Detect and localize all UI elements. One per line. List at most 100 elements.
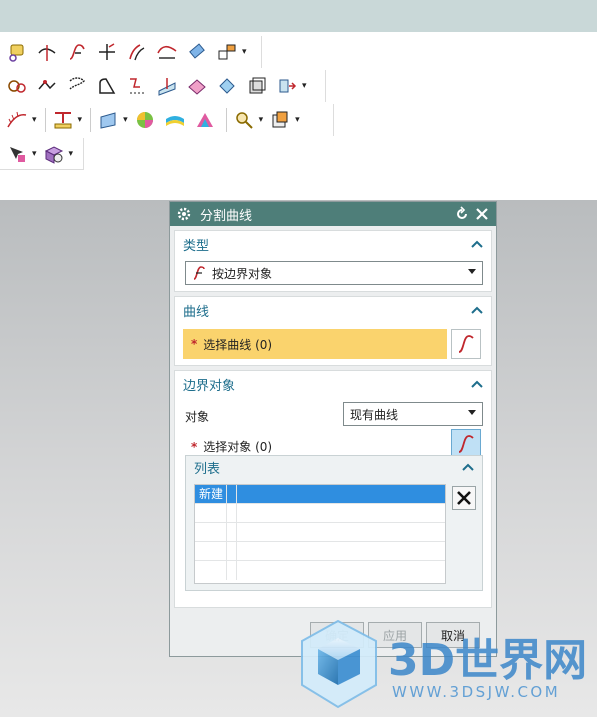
edit-curve-icon[interactable] xyxy=(4,39,30,65)
select-object-label: 选择对象 (0) xyxy=(203,440,273,454)
type-group-header[interactable]: 类型 xyxy=(175,231,491,257)
watermark-logo: 3D世界网 WWW.3DSJW.COM xyxy=(301,619,587,709)
select-curve-label: 选择曲线 (0) xyxy=(203,337,273,352)
extend-curve-icon[interactable] xyxy=(94,39,120,65)
chevron-down-icon[interactable]: ▾ xyxy=(242,47,247,57)
toolbar-row-3: ▾ ▾ ▾ ▾ ▾ xyxy=(0,104,334,136)
boundary-list: 新建 xyxy=(194,484,446,584)
chevron-up-icon[interactable] xyxy=(471,306,483,314)
list-item[interactable] xyxy=(195,542,445,561)
cube-logo-icon xyxy=(301,619,377,709)
chevron-down-icon[interactable]: ▾ xyxy=(302,81,307,91)
list-item-name xyxy=(195,542,227,560)
chevron-up-icon[interactable] xyxy=(471,380,483,388)
chevron-up-icon[interactable] xyxy=(471,240,483,248)
toolbar-row-2: ▾ xyxy=(0,70,326,102)
list-item[interactable] xyxy=(195,561,445,580)
list-group-title: 列表 xyxy=(194,461,221,477)
boundary-group-header[interactable]: 边界对象 xyxy=(175,371,491,397)
toolbar-separator xyxy=(225,108,227,132)
list-group-header[interactable]: 列表 xyxy=(186,456,482,478)
join-curve-icon[interactable] xyxy=(34,73,60,99)
arrow-palette-icon[interactable] xyxy=(4,141,30,167)
shape-icon[interactable] xyxy=(214,73,240,99)
magnifier-icon[interactable] xyxy=(231,107,257,133)
toolbar-separator xyxy=(44,108,46,132)
ribbon-toolbar: ▾ ▾ ▾ ▾ ▾ ▾ ▾ ▾ ▾ xyxy=(0,32,597,200)
chevron-up-icon[interactable] xyxy=(462,463,474,471)
chevron-down-icon[interactable]: ▾ xyxy=(259,115,264,125)
chevron-down-icon[interactable]: ▾ xyxy=(78,115,83,125)
comb-icon[interactable] xyxy=(4,107,30,133)
gear-icon[interactable] xyxy=(176,206,192,222)
required-star-icon: * xyxy=(191,440,198,454)
divide-face-icon[interactable] xyxy=(154,73,180,99)
smooth-curve-icon[interactable] xyxy=(154,39,180,65)
chevron-down-icon[interactable]: ▾ xyxy=(32,115,37,125)
reset-icon[interactable] xyxy=(454,206,470,222)
rainbow-surface-icon[interactable] xyxy=(192,107,218,133)
boundary-group-title: 边界对象 xyxy=(183,378,236,394)
frame-icon[interactable] xyxy=(244,73,270,99)
curve-select-button[interactable] xyxy=(451,329,481,359)
list-group: 列表 新建 xyxy=(185,455,483,591)
split-curve-dialog: 分割曲线 类型 按边界对象 曲线 * 选择曲线 (0) 边界对象 对象 现有曲线… xyxy=(169,201,497,657)
resize-icon[interactable] xyxy=(214,39,240,65)
ruler-icon[interactable] xyxy=(50,107,76,133)
type-select[interactable]: 按边界对象 xyxy=(185,261,483,285)
gear-cube-icon[interactable] xyxy=(41,141,67,167)
box-icon[interactable] xyxy=(267,107,293,133)
chevron-down-icon[interactable]: ▾ xyxy=(295,115,300,125)
curve-group: 曲线 * 选择曲线 (0) xyxy=(174,296,492,366)
boundary-icon[interactable] xyxy=(94,73,120,99)
split-curve-icon xyxy=(193,266,205,280)
object-select-value: 现有曲线 xyxy=(350,407,399,422)
boundary-group: 边界对象 对象 现有曲线 * 选择对象 (0) 列表 新建 xyxy=(174,370,492,608)
select-curve-field[interactable]: * 选择曲线 (0) xyxy=(183,329,447,359)
type-group-title: 类型 xyxy=(183,238,210,254)
dialog-header: 分割曲线 xyxy=(170,202,496,226)
watermark-brand: 3D世界网 xyxy=(388,635,587,686)
gradient-sphere-icon[interactable] xyxy=(132,107,158,133)
chevron-down-icon[interactable]: ▾ xyxy=(123,115,128,125)
stripe-surface-icon[interactable] xyxy=(162,107,188,133)
sheet-icon[interactable] xyxy=(95,107,121,133)
surface-icon[interactable] xyxy=(184,73,210,99)
close-icon[interactable] xyxy=(474,206,490,222)
window-header-strip xyxy=(0,0,597,32)
list-item-name xyxy=(195,561,227,580)
delete-x-icon xyxy=(457,491,471,505)
object-select[interactable]: 现有曲线 xyxy=(343,402,483,426)
dialog-title: 分割曲线 xyxy=(200,208,253,224)
list-item-name xyxy=(195,523,227,541)
toolbar-separator xyxy=(90,108,92,132)
required-star-icon: * xyxy=(191,337,198,351)
list-item-name: 新建 xyxy=(195,485,227,503)
type-select-value: 按边界对象 xyxy=(212,266,273,281)
list-item[interactable] xyxy=(195,523,445,542)
chevron-down-icon[interactable]: ▾ xyxy=(69,149,74,159)
split-curve-icon[interactable] xyxy=(64,39,90,65)
curve-group-header[interactable]: 曲线 xyxy=(175,297,491,323)
delete-button[interactable] xyxy=(452,486,476,510)
chevron-down-icon[interactable]: ▾ xyxy=(32,149,37,159)
eraser-icon[interactable] xyxy=(184,39,210,65)
arrow-box-icon[interactable] xyxy=(274,73,300,99)
toolbar-row-1: ▾ xyxy=(0,36,262,68)
watermark: 3D世界网 WWW.3DSJW.COM xyxy=(296,615,596,715)
bridge-curve-icon[interactable] xyxy=(4,73,30,99)
object-label: 对象 xyxy=(185,410,210,424)
s-curve-icon xyxy=(458,335,474,353)
offset-curve-icon[interactable] xyxy=(124,39,150,65)
trim-curve-icon[interactable] xyxy=(34,39,60,65)
list-item[interactable] xyxy=(195,504,445,523)
select-object-field[interactable]: * 选择对象 (0) xyxy=(191,438,272,455)
list-item-name xyxy=(195,504,227,522)
type-group: 类型 按边界对象 xyxy=(174,230,492,292)
fillet-icon[interactable] xyxy=(64,73,90,99)
projection-icon[interactable] xyxy=(124,73,150,99)
chevron-down-icon xyxy=(468,410,476,415)
list-item[interactable]: 新建 xyxy=(195,485,445,504)
s-curve-icon xyxy=(458,435,474,453)
curve-group-title: 曲线 xyxy=(183,304,210,320)
